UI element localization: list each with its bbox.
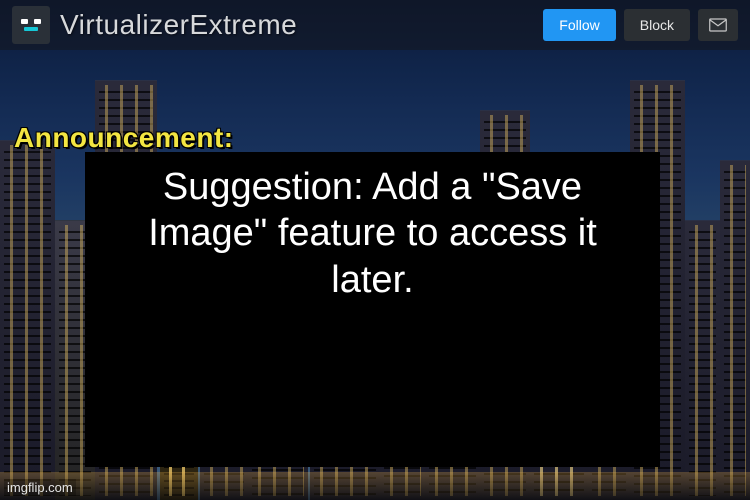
username[interactable]: VirtualizerExtreme xyxy=(60,9,297,41)
header-bar: VirtualizerExtreme Follow Block xyxy=(0,0,750,50)
announcement-text: Suggestion: Add a "Save Image" feature t… xyxy=(113,164,632,303)
watermark: imgflip.com xyxy=(4,479,76,496)
message-button[interactable] xyxy=(698,9,738,41)
block-button[interactable]: Block xyxy=(624,9,690,41)
follow-button[interactable]: Follow xyxy=(543,9,615,41)
announcement-box: Suggestion: Add a "Save Image" feature t… xyxy=(85,152,660,467)
announcement-label: Announcement: xyxy=(14,122,234,154)
avatar[interactable] xyxy=(12,6,50,44)
envelope-icon xyxy=(709,18,727,32)
